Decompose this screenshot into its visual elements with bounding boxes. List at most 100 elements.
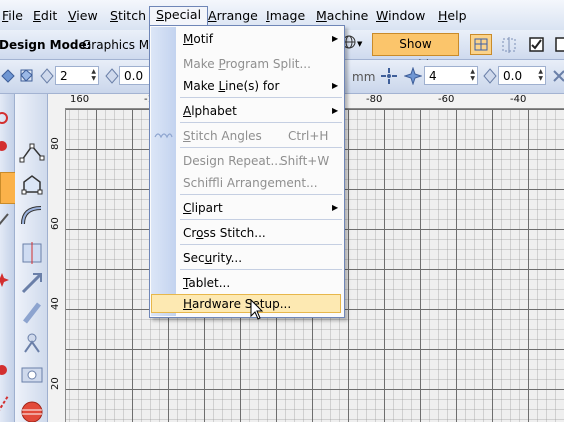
color-tool-icon[interactable] [0,362,12,378]
stitch-angles-icon [154,133,173,139]
design-mode-select[interactable]: Graphics Mo [82,38,157,52]
shortcut-label: Ctrl+H [288,129,329,143]
toolbar-tool-icon[interactable] [555,36,564,54]
show-graphics-button[interactable]: Show Graphics [372,33,459,72]
camera-tool-icon[interactable] [19,360,45,386]
spinner-arrows-icon[interactable]: ▲ ▼ [470,68,475,82]
special-menu: Motif ▶ Make Program Split... Make Line(… [149,25,345,318]
menu-item-security[interactable]: Security... [183,251,242,265]
menu-machine-rest: achine [326,8,369,23]
count-spinner[interactable]: 2 ▲ ▼ [55,66,99,85]
spinner-arrows-icon[interactable]: ▲ ▼ [91,68,96,82]
left-toolbar-wide [15,94,48,422]
angle-spinner-value: 0.0 [503,69,523,83]
menu-item-alphabet[interactable]: Alphabet [183,104,237,118]
reshape-tool-icon[interactable] [0,110,12,126]
grid-toggle-button[interactable] [470,34,492,55]
pen-tool-icon[interactable] [19,300,45,326]
menu-image[interactable]: Image [266,8,305,23]
ruler-label: 60 [50,217,61,230]
count-spinner-value: 2 [60,69,68,83]
menu-item-key: H [183,297,193,311]
submenu-arrow-icon: ▶ [332,34,339,43]
toolbar-overflow-icon[interactable] [550,67,564,85]
ruler-label: 80 [50,137,61,150]
angle-icon [483,68,497,84]
menu-view[interactable]: View [68,8,98,23]
points-spinner[interactable]: 4 ▲ ▼ [424,66,478,85]
points-spinner-value: 4 [429,69,437,83]
menu-help[interactable]: Help [438,8,467,23]
ruler-label: -40 [510,94,527,105]
menu-separator [180,122,342,123]
menu-edit[interactable]: Edit [33,8,57,23]
ball-tool-icon[interactable] [19,398,45,422]
menu-separator [180,97,342,98]
menu-arrange[interactable]: Arrange [208,8,258,23]
unit-label: mm [352,70,376,84]
closed-shape-icon[interactable] [19,172,45,198]
snap-icon[interactable] [500,36,518,54]
menu-item-tablet[interactable]: Tablet... [183,276,230,290]
menu-item-text: Make [183,79,219,93]
menu-item-make-program-split: Make Program Split... [183,57,311,71]
menu-special-key: S [156,7,164,22]
menu-item-hardware-setup[interactable]: Hardware Setup... [183,297,291,311]
spinner-arrows-icon[interactable]: ▲ ▼ [538,68,543,82]
menu-file[interactable]: File [2,8,23,23]
menu-item-make-lines-for[interactable]: Make Line(s) for [183,79,279,93]
menu-item-cross-stitch[interactable]: Cross Stitch... [183,226,266,240]
dotted-line-tool-icon[interactable] [0,394,12,414]
menu-help-rest: elp [447,8,467,23]
menu-special[interactable]: Special [149,6,209,25]
menu-item-schiffli-arrangement: Schiffli Arrangement... [183,176,318,190]
spread-icon[interactable] [380,67,398,85]
menu-file-rest: ile [8,8,23,23]
star-points-icon[interactable] [404,67,422,85]
vertical-ruler: 80 60 40 20 [48,108,66,422]
menu-window[interactable]: Window [376,8,425,23]
menu-stitch[interactable]: Stitch [110,8,146,23]
menu-item-key: A [183,104,192,118]
menu-special-rest: pecial [163,7,202,22]
menu-separator [180,244,342,245]
split-tool-icon[interactable] [19,240,45,266]
active-tool-button[interactable] [0,172,16,204]
menu-edit-rest: dit [40,8,58,23]
menu-item-text: Make [183,57,219,71]
menu-item-clipart[interactable]: Clipart [183,201,223,215]
mouse-cursor-icon [250,299,264,320]
submenu-arrow-icon: ▶ [332,81,339,90]
menu-item-text: Cr [183,226,197,240]
rotate-icon[interactable] [18,67,36,85]
point-tool-icon[interactable] [0,138,12,154]
menu-item-stitch-angles: Stitch Angles [183,129,262,143]
menu-item-text: titch Angles [190,129,262,143]
menu-machine[interactable]: Machine [316,8,368,23]
width-icon [40,68,54,84]
curve-tool-icon[interactable] [19,202,45,228]
node-shape-icon[interactable] [19,142,45,168]
globe-dropdown-arrow-icon[interactable]: ▼ [357,40,362,48]
figure-tool-icon[interactable] [19,330,45,356]
menu-item-text: ardware Setup... [192,297,292,311]
left-toolbar-narrow [0,94,16,422]
offset-spinner-value: 0.0 [124,69,144,83]
scale-icon[interactable] [0,67,18,85]
angle-spinner[interactable]: 0.0 ▲ ▼ [498,66,546,85]
diagonal-tool-icon[interactable] [19,270,45,296]
menu-separator [180,194,342,195]
ruler-label: 20 [50,377,61,390]
menu-item-key: M [183,32,194,46]
star-tool-icon[interactable] [0,272,12,288]
menu-arrange-rest: rrange [216,8,258,23]
menu-window-rest: indow [388,8,426,23]
fill-tool-icon[interactable] [0,212,12,228]
checkbox-icon[interactable] [528,36,546,54]
design-mode-label: Design Mode: [0,38,92,52]
menu-icon-gutter [151,27,176,316]
ruler-label: -80 [366,94,383,105]
menu-item-text: ine(s) for [225,79,280,93]
menu-item-text: lipart [191,201,223,215]
menu-item-motif[interactable]: Motif [183,32,213,46]
